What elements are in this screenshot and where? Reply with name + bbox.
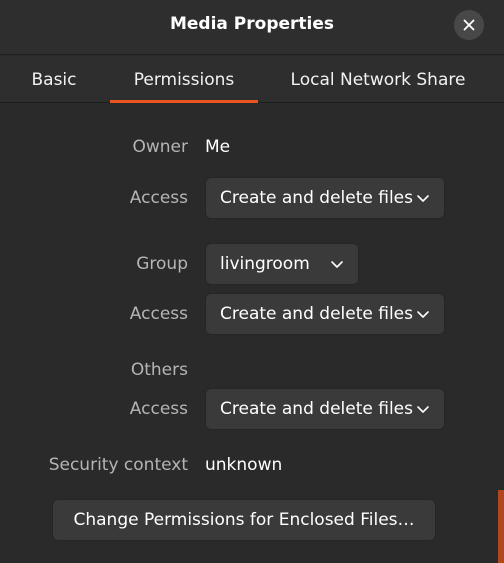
chevron-down-icon (417, 311, 429, 318)
titlebar: Media Properties (0, 0, 504, 55)
others-access-label: Access (129, 399, 188, 419)
others-access-dropdown[interactable]: Create and delete files (205, 388, 445, 430)
tab-basic[interactable]: Basic (12, 56, 96, 103)
change-enclosed-permissions-button[interactable]: Change Permissions for Enclosed Files… (52, 499, 436, 541)
others-label: Others (130, 360, 188, 380)
group-access-value: Create and delete files (220, 304, 413, 324)
tab-local-network-share[interactable]: Local Network Share (276, 56, 480, 103)
group-value: livingroom (220, 254, 310, 274)
close-button[interactable] (454, 10, 484, 40)
dialog-title: Media Properties (169, 14, 335, 34)
properties-dialog: Media Properties Basic Permissions Local… (0, 0, 504, 563)
scroll-indicator (498, 490, 504, 563)
security-context-value: unknown (205, 455, 283, 475)
group-access-label: Access (129, 304, 188, 324)
chevron-down-icon (417, 195, 429, 202)
owner-label: Owner (132, 137, 188, 157)
chevron-down-icon (331, 261, 343, 268)
group-dropdown[interactable]: livingroom (205, 243, 359, 285)
active-tab-indicator (110, 100, 258, 103)
chevron-down-icon (417, 406, 429, 413)
security-context-label: Security context (48, 455, 188, 475)
owner-value: Me (205, 137, 231, 157)
tab-bar: Basic Permissions Local Network Share (0, 56, 504, 103)
group-label: Group (136, 254, 188, 274)
close-icon (463, 19, 475, 31)
owner-access-label: Access (129, 188, 188, 208)
owner-access-value: Create and delete files (220, 188, 413, 208)
tab-permissions[interactable]: Permissions (110, 56, 258, 103)
others-access-value: Create and delete files (220, 399, 413, 419)
group-access-dropdown[interactable]: Create and delete files (205, 293, 445, 335)
owner-access-dropdown[interactable]: Create and delete files (205, 177, 445, 219)
